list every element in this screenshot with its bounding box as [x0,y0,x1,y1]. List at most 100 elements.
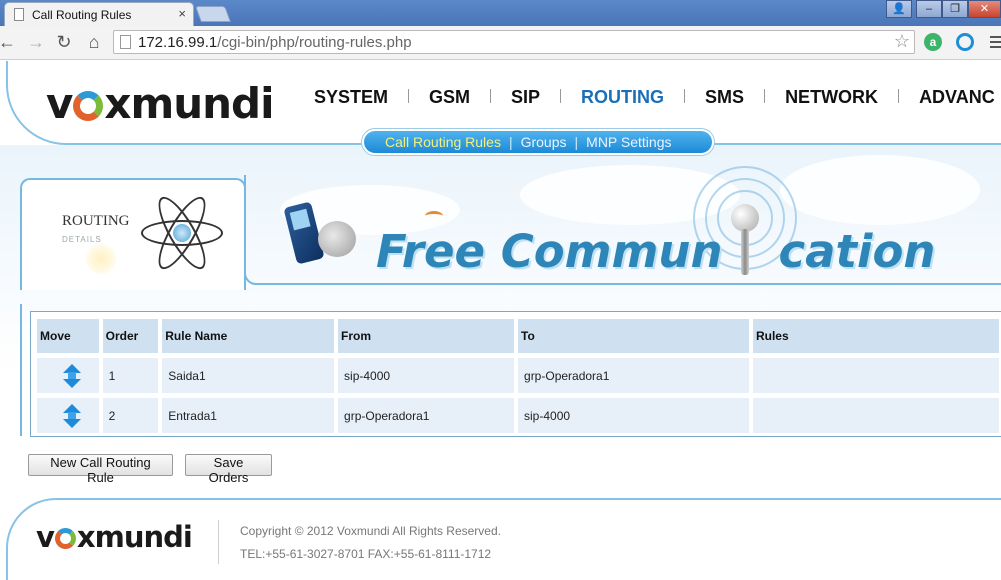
subnav-separator: | [508,134,513,150]
section-subtitle: DETAILS [62,235,102,244]
tab-title: Call Routing Rules [32,8,132,22]
banner-slogan: Free Commun cation [376,225,935,278]
browser-toolbar: ← → ↻ ⌂ 172.16.99.1/cgi-bin/php/routing-… [0,26,1001,60]
rules-table-panel: Move Order Rule Name From To Rules 1 Sai… [20,304,1001,437]
document-icon [120,35,131,49]
contact-text: TEL:+55-61-3027-8701 FAX:+55-61-8111-171… [240,547,492,561]
footer-logo-text-start: v [36,520,55,554]
order-cell: 1 [102,358,159,393]
section-title: ROUTING [62,213,130,229]
browser-menu-icon[interactable] [990,36,1001,48]
nav-sip[interactable]: SIP [511,87,540,108]
sub-nav: Call Routing Rules | Groups | MNP Settings [361,128,715,156]
nav-separator [560,89,562,103]
rules-cell [752,358,999,393]
forward-icon[interactable]: → [25,31,47,53]
header-rules: Rules [752,319,999,353]
order-cell: 2 [102,398,159,433]
footer-logo-text-end: xmundi [76,520,193,554]
header-to: To [518,319,749,353]
maximize-button[interactable]: ❐ [942,0,968,18]
move-cell [37,358,99,393]
nav-sms[interactable]: SMS [705,87,744,108]
nav-routing[interactable]: ROUTING [581,87,664,108]
banner-text-right: cation [778,225,936,278]
close-window-button[interactable]: ✕ [968,0,1001,18]
voxmundi-logo[interactable]: v xmundi [46,79,275,128]
nav-separator [490,89,492,103]
from-cell: grp-Operadora1 [338,398,515,433]
logo-text-end: xmundi [104,79,274,128]
nav-separator [408,89,410,103]
move-cell [37,398,99,433]
browser-tab[interactable]: Call Routing Rules × [4,2,194,26]
atom-icon [139,190,225,276]
signal-icon [425,211,443,221]
table-header-row: Move Order Rule Name From To Rules [37,319,999,353]
url-text[interactable]: 172.16.99.1/cgi-bin/php/routing-rules.ph… [138,34,412,51]
page: v xmundi SYSTEM GSM SIP ROUTING SMS NETWORK ADV… [0,61,1001,580]
banner-text-left: Free Commun [376,225,723,278]
header-order: Order [102,319,159,353]
address-bar[interactable]: 172.16.99.1/cgi-bin/php/routing-rules.ph… [113,30,915,54]
new-call-routing-rule-button[interactable]: New Call Routing Rule [28,454,173,485]
nav-separator [898,89,900,103]
nav-advanced[interactable]: ADVANC [919,87,995,108]
subnav-mnp-settings[interactable]: MNP Settings [586,131,671,153]
table-row: 1 Saida1 sip-4000 grp-Operadora1 [37,358,999,393]
user-icon[interactable]: 👤 [886,0,912,18]
rule-name-cell[interactable]: Saida1 [162,358,335,393]
rules-table: Move Order Rule Name From To Rules 1 Sai… [33,314,1001,438]
extension-play-icon[interactable] [956,33,974,51]
new-tab-button[interactable] [195,6,231,22]
copyright-text: Copyright © 2012 Voxmundi All Rights Res… [240,524,501,538]
home-icon[interactable]: ⌂ [83,31,105,53]
move-arrows-icon[interactable] [63,363,81,388]
footer-logo-o-icon [54,528,76,549]
subnav-call-routing-rules[interactable]: Call Routing Rules [385,131,501,153]
browser-titlebar: Call Routing Rules × 👤 – ❐ ✕ [0,0,1001,26]
antenna-icon [731,204,759,232]
reload-icon[interactable]: ↻ [53,31,75,53]
minimize-button[interactable]: – [916,0,942,18]
url-path: /cgi-bin/php/routing-rules.php [217,34,412,51]
logo-text-start: v [46,79,73,128]
from-cell: sip-4000 [338,358,515,393]
rule-name-cell[interactable]: Entrada1 [162,398,335,433]
nav-separator [684,89,686,103]
section-header-panel: ROUTING DETAILS [20,178,246,290]
to-cell: grp-Operadora1 [518,358,749,393]
page-icon [14,8,24,21]
glow-decoration [86,244,116,274]
back-icon[interactable]: ← [0,31,18,53]
rules-cell [752,398,999,433]
bookmark-star-icon[interactable]: ☆ [894,31,910,52]
subnav-separator: | [574,134,579,150]
sub-nav-bar: Call Routing Rules | Groups | MNP Settings [364,131,712,153]
main-nav: SYSTEM GSM SIP ROUTING SMS NETWORK ADVANC [314,87,995,108]
antenna-pole [741,229,749,275]
header-move: Move [37,319,99,353]
nav-system[interactable]: SYSTEM [314,87,388,108]
header-from: From [338,319,515,353]
move-arrows-icon[interactable] [63,403,81,428]
arrow-down-shape [63,418,81,428]
nucleus-shape [173,224,191,242]
table-row: 2 Entrada1 grp-Operadora1 sip-4000 [37,398,999,433]
rules-table-box: Move Order Rule Name From To Rules 1 Sai… [30,311,1001,437]
url-host: 172.16.99.1 [138,34,218,51]
footer-divider [218,520,219,564]
nav-network[interactable]: NETWORK [785,87,878,108]
extension-icon[interactable]: a [924,33,942,51]
save-orders-button[interactable]: Save Orders [185,454,272,485]
nav-separator [764,89,766,103]
footer-logo: v xmundi [36,520,193,554]
header-rule-name: Rule Name [162,319,335,353]
satellite-dish-icon [318,221,356,257]
to-cell: sip-4000 [518,398,749,433]
arrow-down-shape [63,378,81,388]
nav-gsm[interactable]: GSM [429,87,470,108]
logo-o-icon [73,91,104,121]
subnav-groups[interactable]: Groups [521,131,567,153]
tab-close-icon[interactable]: × [178,6,186,21]
